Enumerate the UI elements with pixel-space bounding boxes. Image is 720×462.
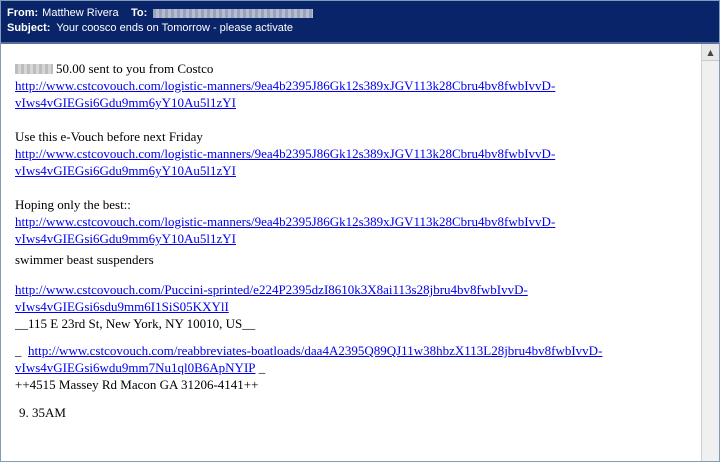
paragraph-swimmer: swimmer beast suspenders bbox=[15, 252, 154, 267]
subject-label: Subject: bbox=[7, 22, 51, 34]
scroll-up-arrow-icon[interactable]: ▲ bbox=[702, 44, 719, 61]
paragraph-hoping: Hoping only the best:: bbox=[15, 197, 131, 212]
address-new-york: __115 E 23rd St, New York, NY 10010, US_… bbox=[15, 316, 256, 331]
email-header: From: Matthew Rivera To: Subject: Your coo… bbox=[1, 1, 719, 42]
voucher-link-3[interactable]: http://www.cstcovouch.com/logistic-manne… bbox=[15, 214, 555, 246]
voucher-link-5[interactable]: http://www.cstcovouch.com/reabbreviates-… bbox=[15, 343, 602, 375]
paragraph-amount: 50.00 sent to you from Costco bbox=[15, 60, 701, 77]
address-macon: ++4515 Massey Rd Macon GA 31206-4141++ bbox=[15, 377, 259, 392]
email-window: From: Matthew Rivera To: Subject: Your coo… bbox=[0, 0, 720, 462]
vertical-scrollbar[interactable]: ▲ bbox=[701, 44, 719, 461]
link5-prefix: _ bbox=[15, 343, 22, 358]
time-text: 9. 35AM bbox=[19, 405, 66, 420]
to-label: To: bbox=[131, 7, 148, 19]
amount-text: 50.00 sent to you from Costco bbox=[56, 61, 214, 76]
subject-value: Your coosco ends on Tomorrow - please ac… bbox=[56, 22, 294, 34]
voucher-link-4[interactable]: http://www.cstcovouch.com/Puccini-sprint… bbox=[15, 282, 528, 314]
from-value[interactable]: Matthew Rivera bbox=[42, 7, 118, 19]
voucher-link-1[interactable]: http://www.cstcovouch.com/logistic-manne… bbox=[15, 78, 555, 110]
from-label: From: bbox=[7, 7, 39, 19]
subject-row: Subject: Your coosco ends on Tomorrow - p… bbox=[7, 21, 711, 36]
paragraph-use-voucher: Use this e-Vouch before next Friday bbox=[15, 129, 203, 144]
email-body: 50.00 sent to you from Costco http://www… bbox=[1, 44, 701, 461]
to-value-redacted bbox=[153, 9, 313, 18]
from-row: From: Matthew Rivera To: bbox=[7, 6, 711, 21]
amount-redacted bbox=[15, 64, 53, 74]
voucher-link-2[interactable]: http://www.cstcovouch.com/logistic-manne… bbox=[15, 146, 555, 178]
link5-suffix: _ bbox=[258, 360, 266, 375]
